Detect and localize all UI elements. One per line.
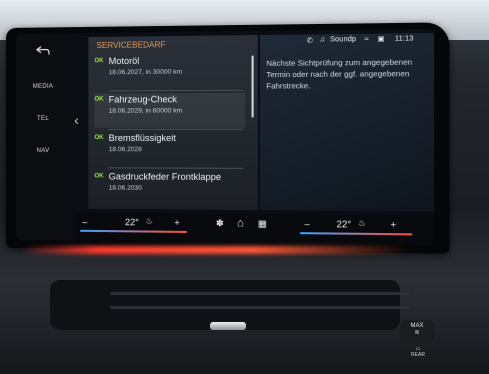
- status-badge: OK: [94, 173, 104, 180]
- apps-icon[interactable]: ▦: [258, 218, 267, 229]
- chevron-left-icon[interactable]: ‹: [74, 112, 79, 128]
- left-temp-bar: [80, 229, 187, 233]
- divider: [108, 89, 244, 92]
- item-title: Bremsflüssigkeit: [108, 132, 176, 144]
- item-subtitle: 18.06.2029, in 60000 km: [108, 107, 183, 115]
- item-title: Motoröl: [108, 55, 140, 67]
- panel-title: SERVICEBEDARF: [96, 40, 166, 51]
- wifi-icon: ≈: [364, 35, 369, 44]
- item-subtitle: 18.06.2027, in 30000 km: [108, 68, 183, 77]
- seat-heat-left-icon[interactable]: ♨: [145, 216, 152, 225]
- right-temp-minus[interactable]: –: [304, 219, 309, 229]
- home-icon[interactable]: ⌂: [237, 217, 244, 229]
- list-item[interactable]: OK Gasdruckfeder Frontklappe 18.06.2030: [94, 170, 245, 206]
- right-temp-plus[interactable]: +: [390, 220, 396, 231]
- defrost-icon: ≋: [414, 330, 420, 336]
- detail-text: Nächste Sichtprüfung zum angegebenen Ter…: [266, 57, 413, 91]
- status-badge: OK: [94, 96, 104, 103]
- vent-slat: [110, 306, 410, 309]
- list-item[interactable]: OK Fahrzeug-Check 18.06.2029, in 60000 k…: [94, 92, 246, 128]
- rear-defrost-button[interactable]: ▭ REAR: [402, 346, 434, 366]
- item-title: Fahrzeug-Check: [108, 94, 177, 105]
- left-sidebar: MEDIA TEL NAV: [15, 33, 71, 241]
- scrollbar[interactable]: [251, 55, 254, 118]
- item-subtitle: 18.06.2030: [108, 184, 142, 192]
- status-badge: OK: [94, 134, 104, 142]
- vent-control-knob[interactable]: [210, 322, 246, 330]
- phone-icon: ✆: [306, 37, 313, 45]
- screen-icon: ▣: [377, 35, 385, 44]
- display-bezel: MEDIA TEL NAV ‹ SERVICEBEDARF OK Motoröl…: [6, 22, 450, 254]
- divider: [108, 128, 244, 130]
- sidebar-item-nav[interactable]: NAV: [16, 148, 70, 154]
- divider: [108, 167, 244, 169]
- back-icon[interactable]: [35, 45, 50, 56]
- status-badge: OK: [94, 58, 104, 65]
- max-defrost-button[interactable]: MAX ≋: [400, 320, 434, 342]
- status-bar: ✆ ♫ Soundp ≈ ▣ 11:13: [258, 33, 434, 49]
- left-temp[interactable]: 22°: [125, 217, 139, 227]
- left-temp-plus[interactable]: +: [174, 218, 179, 228]
- max-label: MAX: [410, 323, 424, 329]
- vent-slat: [110, 292, 410, 295]
- right-temp[interactable]: 22°: [337, 219, 352, 230]
- sidebar-item-tel[interactable]: TEL: [16, 116, 70, 122]
- item-subtitle: 18.06.2028: [108, 146, 142, 154]
- service-panel: SERVICEBEDARF OK Motoröl 18.06.2027, in …: [88, 35, 258, 211]
- list-item[interactable]: OK Bremsflüssigkeit 18.06.2028: [94, 132, 245, 167]
- rear-label: REAR: [411, 352, 425, 358]
- fan-icon[interactable]: ✽: [216, 218, 224, 229]
- sidebar-item-media[interactable]: MEDIA: [16, 84, 70, 90]
- ambient-light: [20, 246, 410, 254]
- audio-source: Soundp: [330, 35, 357, 44]
- clock: 11:13: [394, 35, 414, 43]
- left-temp-minus[interactable]: –: [82, 217, 87, 227]
- right-temp-bar: [300, 232, 413, 236]
- music-note-icon: ♫: [319, 36, 326, 44]
- infotainment-screen: MEDIA TEL NAV ‹ SERVICEBEDARF OK Motoröl…: [15, 28, 435, 246]
- item-title: Gasdruckfeder Frontklappe: [108, 171, 222, 183]
- climate-bar: – 22° ♨ + ✽ ⌂ ▦ – 22° ♨ +: [76, 212, 435, 246]
- list-item[interactable]: OK Motoröl 18.06.2027, in 30000 km: [94, 54, 245, 90]
- seat-heat-right-icon[interactable]: ♨: [358, 218, 366, 227]
